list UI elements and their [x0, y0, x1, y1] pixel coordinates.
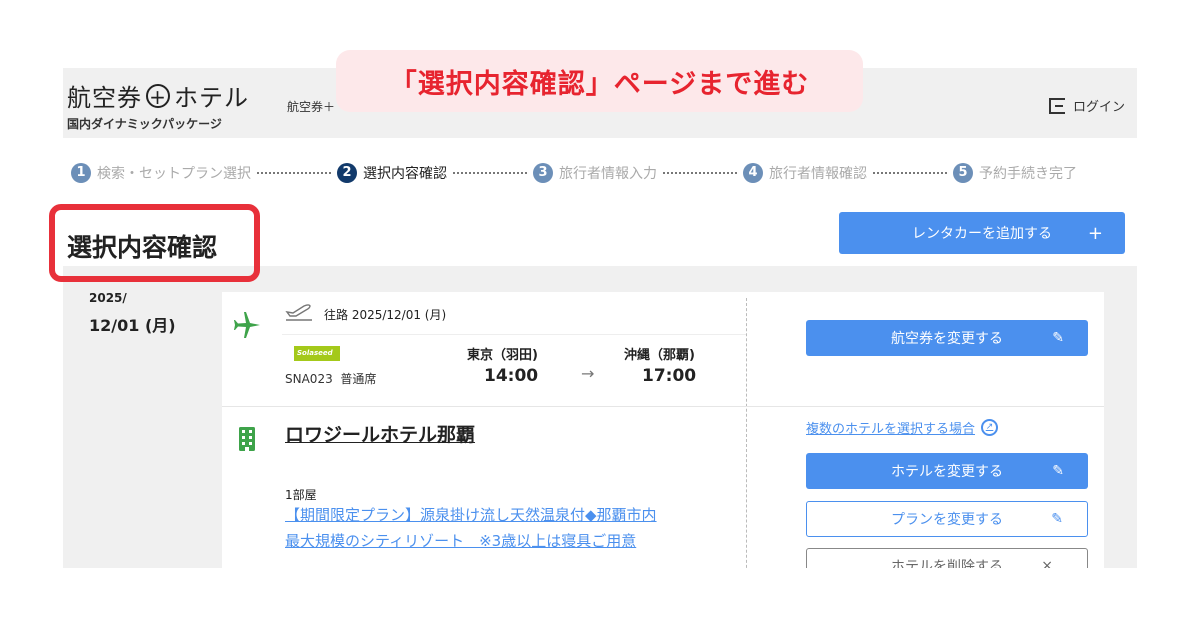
change-hotel-button[interactable]: ホテルを変更する ✎ [806, 453, 1088, 489]
external-arrow-icon: ↗ [981, 419, 999, 436]
section-divider [222, 406, 1104, 407]
airplane-icon [234, 312, 260, 338]
room-count: 1部屋 [285, 488, 317, 502]
column-divider [746, 298, 747, 568]
arrival-time: 17:00 [642, 366, 697, 386]
change-plan-label: プランを変更する [891, 512, 1003, 528]
add-rental-car-button[interactable]: レンタカーを追加する + [839, 212, 1125, 254]
pencil-icon: ✎ [1052, 330, 1064, 346]
step-number: 4 [743, 163, 763, 183]
step-5: 5 予約手続き完了 [953, 163, 1077, 183]
itinerary-panel: 往路 2025/12/01 (月) Solaseed SNA023 普通席 東京… [222, 292, 1104, 568]
step-label: 検索・セットプラン選択 [97, 166, 251, 182]
arrival-airport: 沖縄（那覇) [624, 348, 695, 363]
step-2: 2 選択内容確認 [337, 163, 447, 183]
date-year: 2025/ [89, 291, 127, 305]
brand-subtitle: 国内ダイナミックパッケージ [67, 117, 222, 131]
brand-logo[interactable]: 航空券 + ホテル [67, 78, 249, 113]
date-day: 12/01 (月) [89, 316, 176, 335]
seat-class: 普通席 [340, 372, 377, 386]
flight-no: SNA023 [285, 372, 333, 386]
step-divider [453, 172, 527, 174]
step-number: 3 [533, 163, 553, 183]
flight-number: SNA023 普通席 [285, 370, 376, 387]
step-3: 3 旅行者情報入力 [533, 163, 657, 183]
change-hotel-label: ホテルを変更する [891, 464, 1003, 480]
step-4: 4 旅行者情報確認 [743, 163, 867, 183]
plus-circle-icon: + [146, 84, 170, 109]
step-label: 旅行者情報入力 [559, 166, 657, 182]
brand-title-left: 航空券 [67, 84, 142, 112]
login-button[interactable]: ログイン [1048, 96, 1125, 115]
step-number: 5 [953, 163, 973, 183]
delete-hotel-label: ホテルを削除する [891, 559, 1003, 568]
change-flight-button[interactable]: 航空券を変更する ✎ [806, 320, 1088, 356]
step-label: 予約手続き完了 [979, 166, 1077, 182]
step-1: 1 検索・セットプラン選択 [71, 163, 251, 183]
step-divider [873, 172, 947, 174]
pencil-icon: ✎ [1051, 511, 1063, 527]
app-frame: 航空券 + ホテル 国内ダイナミックパッケージ 航空券＋ ログイン 1 検索・セット… [63, 68, 1137, 568]
pencil-icon: ✎ [1052, 463, 1064, 479]
route-divider [282, 334, 746, 335]
brand-title-right: ホテル [174, 84, 249, 112]
departure-airport: 東京（羽田) [467, 348, 538, 363]
departure-time: 14:00 [484, 366, 539, 386]
login-label: ログイン [1072, 100, 1125, 115]
departure-icon [285, 304, 312, 321]
step-number: 2 [337, 163, 357, 183]
change-plan-button[interactable]: プランを変更する ✎ [806, 501, 1088, 537]
add-rental-car-label: レンタカーを追加する [912, 226, 1052, 242]
step-divider [663, 172, 737, 174]
delete-hotel-button[interactable]: ホテルを削除する × [806, 548, 1088, 568]
multiple-hotels-label: 複数のホテルを選択する場合 [806, 422, 976, 437]
instruction-banner: 「選択内容確認」ページまで進む [336, 50, 863, 112]
progress-steps: 1 検索・セットプラン選択 2 選択内容確認 3 旅行者情報入力 4 旅行者情報… [71, 160, 1137, 186]
plus-icon: + [1087, 222, 1103, 244]
step-label: 選択内容確認 [363, 166, 447, 182]
selection-content: 2025/ 12/01 (月) 往路 2025/12/01 (月) Solase… [63, 266, 1137, 568]
change-flight-label: 航空券を変更する [891, 331, 1003, 347]
step-label: 旅行者情報確認 [769, 166, 867, 182]
arrow-right-icon: → [581, 364, 595, 383]
close-icon: × [1041, 558, 1053, 568]
hotel-name[interactable]: ロワジールホテル那覇 [285, 420, 475, 447]
nav-link-air-hotel[interactable]: 航空券＋ [287, 98, 335, 115]
step-divider [257, 172, 331, 174]
hotel-plan-link[interactable]: 【期間限定プラン】源泉掛け流し天然温泉付◆那覇市内最大規模のシティリゾート ※3… [285, 502, 669, 554]
hotel-building-icon [239, 427, 255, 451]
step-number: 1 [71, 163, 91, 183]
airline-logo: Solaseed [294, 346, 340, 361]
login-icon [1048, 97, 1065, 114]
outbound-route-label: 往路 2025/12/01 (月) [324, 308, 447, 322]
multiple-hotels-link[interactable]: 複数のホテルを選択する場合 ↗ [806, 418, 999, 437]
page-title-highlight-box [49, 204, 260, 282]
